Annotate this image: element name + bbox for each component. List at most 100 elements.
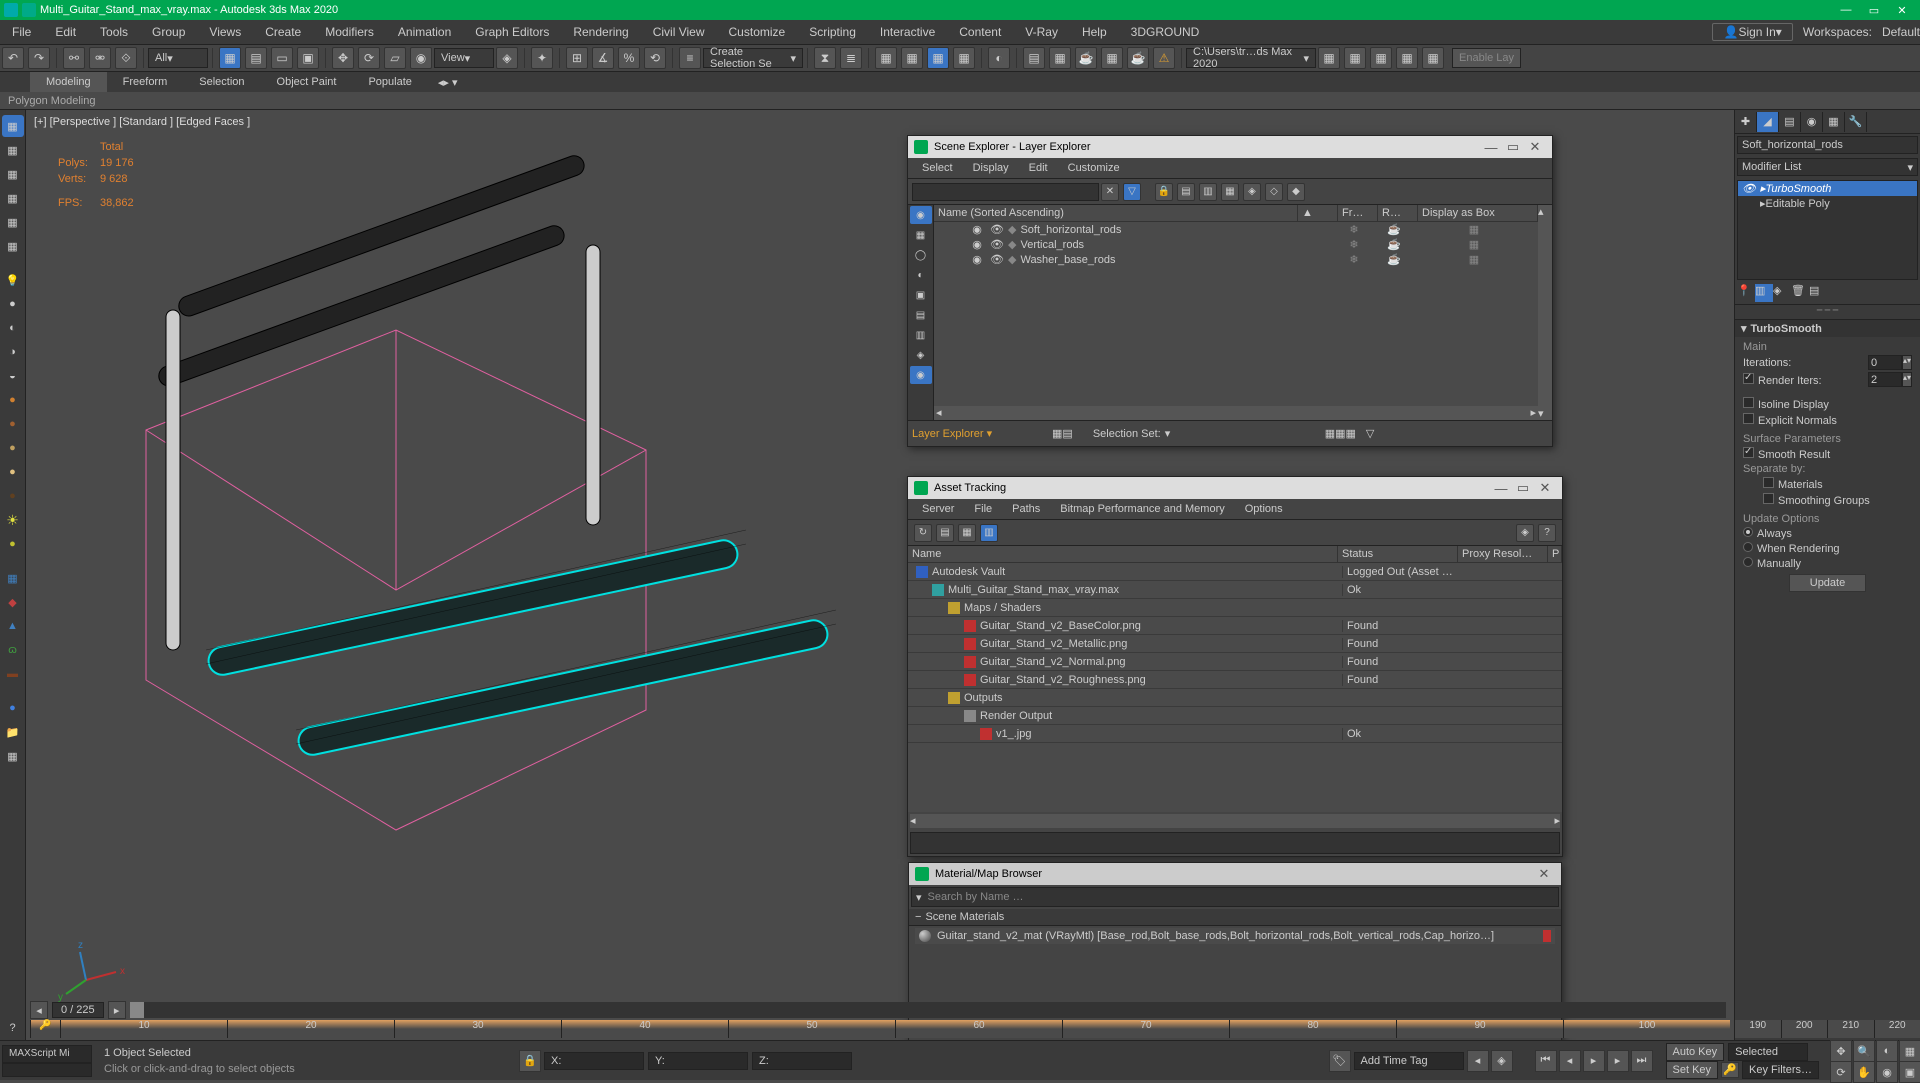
iterations-input[interactable]	[1868, 355, 1902, 370]
spinner-snap[interactable]: ⟲	[644, 47, 666, 69]
menu-animation[interactable]: Animation	[386, 20, 463, 44]
lt-grid[interactable]: ▦	[2, 567, 24, 589]
se-filter-all[interactable]: ◉	[910, 206, 932, 224]
render-setup-button[interactable]: ▤	[1023, 47, 1045, 69]
lt-7[interactable]: ◐	[2, 317, 24, 339]
scene-explorer-close[interactable]: ✕	[1524, 139, 1546, 155]
lt-red[interactable]: ◆	[2, 591, 24, 613]
at-row[interactable]: Maps / Shaders	[908, 599, 1562, 617]
z-coord[interactable]: Z:	[752, 1052, 852, 1070]
rollout-title[interactable]: TurboSmooth	[1751, 323, 1822, 335]
object-name-field[interactable]: Soft_horizontal_rods	[1737, 136, 1918, 154]
at-tb5[interactable]: ◈	[1516, 524, 1534, 542]
menu-modifiers[interactable]: Modifiers	[313, 20, 386, 44]
prev-frame-icon[interactable]: ◂	[1559, 1050, 1581, 1072]
se-filter-space[interactable]: ▥	[910, 326, 932, 344]
se-fb3[interactable]: ▦	[1325, 427, 1335, 440]
menu-graph-editors[interactable]: Graph Editors	[463, 20, 561, 44]
unlink-button[interactable]: ⚮	[89, 47, 111, 69]
enable-layer-button[interactable]: Enable Lay	[1452, 48, 1521, 68]
at-help-icon[interactable]: ?	[1538, 524, 1556, 542]
at-col-status[interactable]: Status	[1338, 546, 1458, 562]
configure-sets-icon[interactable]: ▤	[1809, 284, 1827, 302]
at-row[interactable]: Render Output	[908, 707, 1562, 725]
sun-icon[interactable]: ☀	[2, 509, 24, 531]
project-path[interactable]: C:\Users\tr…ds Max 2020 ▾	[1186, 48, 1316, 68]
scale-button[interactable]: ▱	[384, 47, 406, 69]
se-menu-customize[interactable]: Customize	[1058, 160, 1130, 176]
angle-snap[interactable]: ∡	[592, 47, 614, 69]
rendered-frame-button[interactable]: ▦	[1049, 47, 1071, 69]
se-menu-display[interactable]: Display	[963, 160, 1019, 176]
maxscript-input[interactable]	[2, 1063, 92, 1077]
at-status-field[interactable]	[910, 832, 1560, 854]
add-time-tag[interactable]: Add Time Tag	[1354, 1052, 1464, 1070]
lt-9[interactable]: ◒	[2, 365, 24, 387]
se-filter-geo[interactable]: ▦	[910, 226, 932, 244]
lt-1[interactable]: ▦	[2, 139, 24, 161]
schematic-view-button[interactable]: ▦	[953, 47, 975, 69]
iso-sel-icon[interactable]: ◂	[1467, 1050, 1489, 1072]
se-hscroll[interactable]: ◂▸	[934, 406, 1538, 420]
sep-smoothing-checkbox[interactable]	[1763, 493, 1774, 504]
pivot-button[interactable]: ◈	[496, 47, 518, 69]
se-row-0[interactable]: ◉👁◆Soft_horizontal_rods ❄☕▦	[934, 222, 1538, 237]
menu-help[interactable]: Help	[1070, 20, 1119, 44]
se-tb5[interactable]: ◇	[1265, 183, 1283, 201]
update-button[interactable]: Update	[1789, 574, 1866, 592]
render-iters-input[interactable]	[1868, 372, 1902, 387]
render-button[interactable]: ☕	[1075, 47, 1097, 69]
vray-render-button[interactable]: ☕	[1127, 47, 1149, 69]
menu-rendering[interactable]: Rendering	[561, 20, 640, 44]
at-col-p[interactable]: P	[1548, 546, 1562, 562]
maximize-button[interactable]: ▭	[1860, 1, 1888, 19]
menu-views[interactable]: Views	[197, 20, 253, 44]
at-min[interactable]: —	[1490, 481, 1512, 496]
iterations-spinner[interactable]: ▴▾	[1902, 355, 1912, 370]
create-tab[interactable]: ✚	[1735, 112, 1757, 132]
layer-explorer-button[interactable]: ▦	[875, 47, 897, 69]
modifier-list-dropdown[interactable]: Modifier List▾	[1737, 158, 1918, 176]
modifier-turbosmooth[interactable]: 👁▸ TurboSmooth	[1738, 181, 1917, 196]
move-button[interactable]: ✥	[332, 47, 354, 69]
time-ruler[interactable]: 🔑 10 20 30 40 50 60 70 80 90 100	[30, 1020, 1730, 1038]
vray-fb-button[interactable]: ▦	[1101, 47, 1123, 69]
nav-pan-icon[interactable]: ✥	[1830, 1040, 1852, 1062]
lt-3[interactable]: ▦	[2, 187, 24, 209]
at-tree[interactable]: Autodesk VaultLogged Out (Asset …Multi_G…	[908, 563, 1562, 812]
pin-stack-icon[interactable]: 📍	[1737, 284, 1755, 302]
modifier-stack[interactable]: 👁▸ TurboSmooth ▸ Editable Poly	[1737, 180, 1918, 280]
update-render-radio[interactable]	[1743, 542, 1753, 552]
at-menu-options[interactable]: Options	[1235, 501, 1293, 517]
close-button[interactable]: ✕	[1888, 1, 1916, 19]
help-icon[interactable]: ?	[2, 1017, 24, 1039]
se-menu-edit[interactable]: Edit	[1019, 160, 1058, 176]
se-selset-dropdown[interactable]: ▾	[1165, 427, 1325, 440]
tab-object-paint[interactable]: Object Paint	[261, 72, 353, 92]
y-coord[interactable]: Y:	[648, 1052, 748, 1070]
nav-zoom-icon[interactable]: 🔍	[1853, 1040, 1875, 1062]
mb-close[interactable]: ✕	[1533, 866, 1555, 882]
lt-8[interactable]: ◑	[2, 341, 24, 363]
mb-material-item[interactable]: Guitar_stand_v2_mat (VRayMtl) [Base_rod,…	[915, 928, 1555, 944]
lt-sphere7[interactable]: ●	[2, 697, 24, 719]
percent-snap[interactable]: %	[618, 47, 640, 69]
x-coord[interactable]: X:	[544, 1052, 644, 1070]
current-frame[interactable]: 0 / 225	[52, 1002, 104, 1018]
scene-explorer-max[interactable]: ▭	[1502, 139, 1524, 155]
light-icon[interactable]: 💡	[2, 269, 24, 291]
edit-named-sel[interactable]: ≡	[679, 47, 701, 69]
warning-icon[interactable]: ⚠	[1153, 47, 1175, 69]
menu-group[interactable]: Group	[140, 20, 197, 44]
sel-lock-icon[interactable]: ◈	[1491, 1050, 1513, 1072]
menu-edit[interactable]: Edit	[43, 20, 88, 44]
se-fb4[interactable]: ▦	[1335, 427, 1345, 440]
at-row[interactable]: Outputs	[908, 689, 1562, 707]
goto-end-icon[interactable]: ⏭	[1631, 1050, 1653, 1072]
time-slider[interactable]	[130, 1002, 1726, 1018]
menu-interactive[interactable]: Interactive	[868, 20, 947, 44]
menu-civil-view[interactable]: Civil View	[641, 20, 717, 44]
at-close[interactable]: ✕	[1534, 480, 1556, 496]
tb-x1[interactable]: ▦	[1318, 47, 1340, 69]
link-button[interactable]: ⚯	[63, 47, 85, 69]
